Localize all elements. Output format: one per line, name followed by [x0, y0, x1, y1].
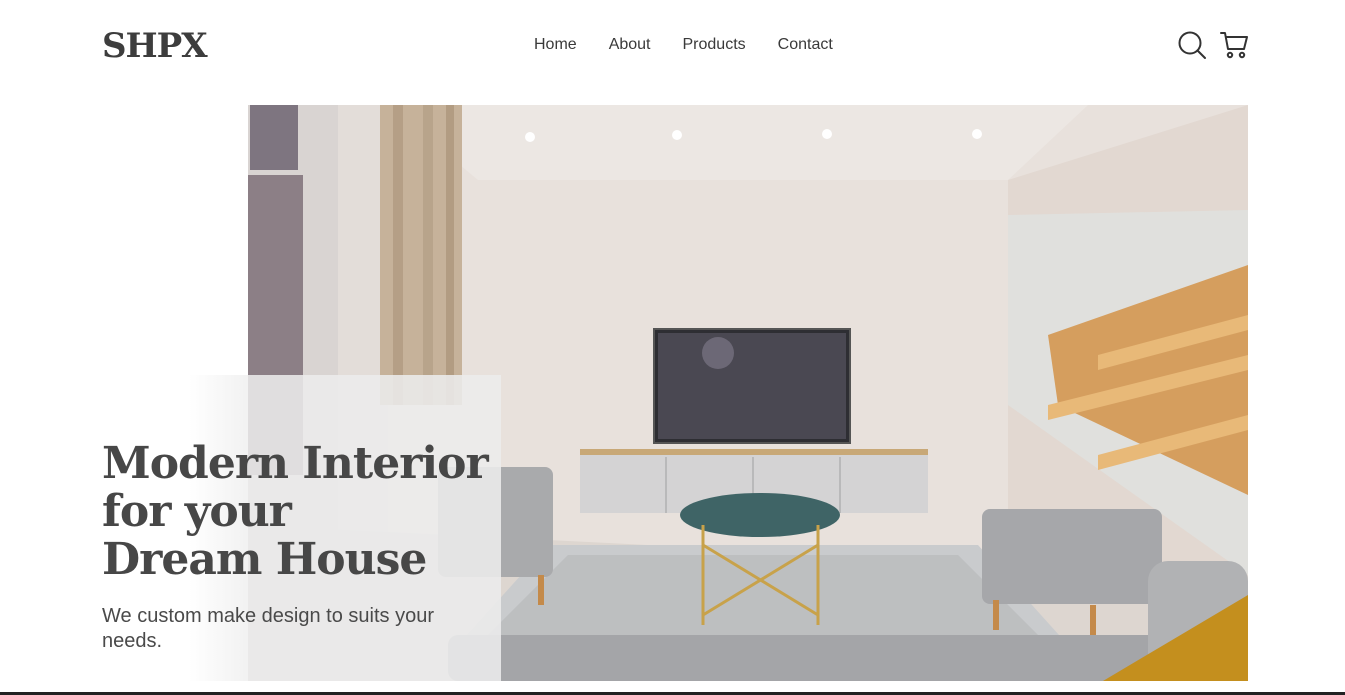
- nav-link-home[interactable]: Home: [534, 36, 577, 54]
- hero-title-line-3: Dream House: [102, 534, 427, 585]
- search-button[interactable]: [1177, 30, 1207, 60]
- main-nav: Home About Products Contact: [534, 36, 833, 54]
- hero-title-line-2: for your: [102, 486, 292, 537]
- hero-subtitle: We custom make design to suits your need…: [102, 605, 434, 652]
- cart-icon: [1220, 32, 1248, 59]
- site-logo[interactable]: SHPX: [102, 26, 208, 66]
- cart-button[interactable]: [1219, 30, 1249, 60]
- search-icon: [1178, 31, 1206, 59]
- page: SHPX Home About Products Contact Modern …: [0, 0, 1345, 695]
- nav-link-about[interactable]: About: [609, 36, 651, 54]
- nav-link-contact[interactable]: Contact: [778, 36, 833, 54]
- hero-title-line-1: Modern Interior: [102, 438, 489, 489]
- site-header: SHPX Home About Products Contact: [0, 0, 1345, 92]
- hero-title: Modern Interior for your Dream House: [102, 440, 502, 584]
- nav-link-products[interactable]: Products: [683, 36, 746, 54]
